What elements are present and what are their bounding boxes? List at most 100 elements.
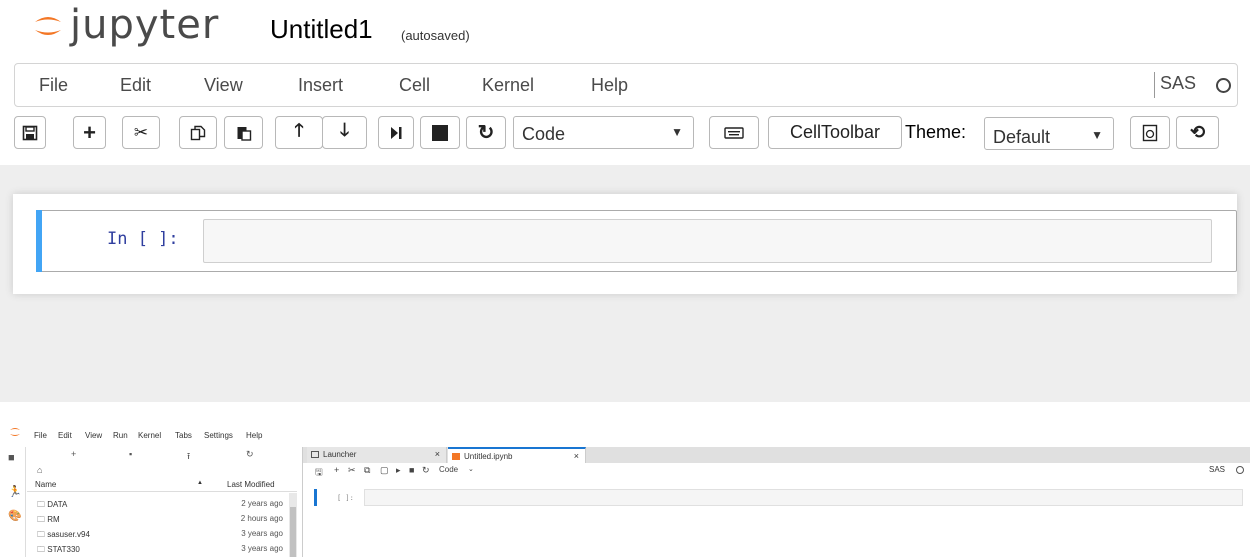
move-down-button[interactable]: 🡓: [322, 116, 367, 149]
cell-type-value: Code: [522, 124, 566, 144]
jupyter-logo-icon[interactable]: [32, 10, 64, 42]
theme-label: Theme:: [905, 122, 967, 142]
theme-select[interactable]: Default ▼: [984, 117, 1114, 150]
code-input-area[interactable]: [203, 219, 1212, 263]
jupyter-logo-icon[interactable]: [9, 425, 21, 439]
new-launcher-icon[interactable]: +: [71, 449, 76, 459]
file-list-item[interactable]: 🗀 sasuser.v94 3 years ago: [27, 527, 289, 541]
move-up-button[interactable]: 🡑: [275, 116, 323, 149]
menu-file[interactable]: File: [39, 75, 68, 96]
menu-help[interactable]: Help: [591, 75, 628, 96]
menu-view[interactable]: View: [204, 75, 243, 96]
history-icon: ⟲: [1189, 122, 1206, 142]
left-sidebar-rail: ■ 🏃 🎨: [0, 447, 26, 557]
paste-icon[interactable]: ▢: [380, 465, 389, 476]
run-icon[interactable]: ▸: [396, 465, 401, 476]
scissors-icon[interactable]: ✂: [348, 465, 356, 476]
interrupt-button[interactable]: [420, 116, 460, 149]
notebook-title[interactable]: Untitled1: [270, 14, 373, 45]
arrow-down-icon: 🡓: [339, 119, 350, 140]
copy-icon[interactable]: ⧉: [364, 465, 370, 476]
presentation-icon: [1142, 124, 1158, 141]
file-browser: + ▪ ⭱ ↻ ⌂ Name ▲ Last Modified 🗀 DATA 2 …: [27, 447, 297, 557]
document-tabbar: Launcher × Untitled.ipynb ×: [303, 447, 1250, 463]
stop-icon: [432, 124, 448, 141]
tab-untitled-notebook[interactable]: Untitled.ipynb ×: [448, 447, 586, 463]
column-last-modified[interactable]: Last Modified: [227, 480, 275, 489]
rise-slideshow-button[interactable]: [1130, 116, 1170, 149]
cell-type-select[interactable]: Code: [439, 465, 458, 474]
file-list-item[interactable]: 🗀 DATA 2 years ago: [27, 497, 289, 511]
close-icon[interactable]: ×: [435, 449, 440, 459]
lab-menu-edit[interactable]: Edit: [58, 431, 72, 440]
chevron-down-icon[interactable]: ⌄: [468, 465, 474, 473]
lab-menu-help[interactable]: Help: [246, 431, 262, 440]
menu-insert[interactable]: Insert: [298, 75, 343, 96]
save-button[interactable]: [14, 116, 46, 149]
restart-button[interactable]: ↻: [466, 116, 506, 149]
tab-label: Untitled.ipynb: [464, 452, 513, 461]
jupyter-wordmark[interactable]: jupyter: [70, 2, 219, 48]
notebook-header: jupyter Untitled1 (autosaved): [0, 0, 1250, 58]
plus-icon[interactable]: +: [334, 465, 339, 475]
notebook-menubar: File Edit View Insert Cell Kernel Help S…: [14, 63, 1238, 107]
scissors-icon: ✂: [133, 122, 149, 142]
sort-caret-icon[interactable]: ▲: [197, 480, 203, 486]
modified-time: 2 hours ago: [240, 514, 283, 523]
step-forward-icon: [391, 126, 402, 139]
upload-icon[interactable]: ⭱: [187, 449, 190, 465]
command-palette-button[interactable]: [709, 116, 759, 149]
modified-time: 3 years ago: [241, 529, 283, 538]
file-list-item[interactable]: 🗀 STAT330 3 years ago: [27, 542, 289, 556]
refresh-icon[interactable]: ↻: [246, 449, 254, 460]
cut-button[interactable]: ✂: [122, 116, 160, 149]
arrow-up-icon: 🡑: [294, 119, 304, 140]
home-icon[interactable]: ⌂: [37, 465, 42, 475]
stop-icon[interactable]: ■: [409, 465, 414, 475]
paste-button[interactable]: [224, 116, 263, 149]
cell-type-select[interactable]: Code ▼: [513, 116, 694, 149]
tab-launcher[interactable]: Launcher ×: [307, 447, 447, 463]
menu-edit[interactable]: Edit: [120, 75, 151, 96]
history-button[interactable]: ⟲: [1176, 116, 1219, 149]
run-button[interactable]: [378, 116, 414, 149]
lab-menu-tabs[interactable]: Tabs: [175, 431, 192, 440]
kernel-name[interactable]: SAS: [1209, 465, 1225, 474]
restart-icon[interactable]: ↻: [422, 465, 430, 476]
running-icon[interactable]: 🏃: [8, 485, 22, 498]
copy-button[interactable]: [179, 116, 217, 149]
folder-name: 🗀 DATA: [37, 500, 68, 509]
scrollbar-thumb[interactable]: [290, 507, 296, 557]
kernel-separator: [1154, 72, 1155, 98]
folder-icon[interactable]: ■: [8, 452, 15, 464]
lab-menu-kernel[interactable]: Kernel: [138, 431, 161, 440]
autosave-status: (autosaved): [401, 28, 470, 43]
file-list-item[interactable]: 🗀 RM 2 hours ago: [27, 512, 289, 526]
modified-time: 2 years ago: [241, 499, 283, 508]
save-icon[interactable]: 🖫: [315, 465, 323, 481]
theme-value: Default: [993, 127, 1051, 147]
celltoolbar-button[interactable]: CellToolbar: [768, 116, 902, 149]
close-icon[interactable]: ×: [574, 451, 579, 461]
menu-cell[interactable]: Cell: [399, 75, 430, 96]
lab-menu-run[interactable]: Run: [113, 431, 128, 440]
folder-name: 🗀 RM: [37, 515, 60, 524]
code-cell[interactable]: In [ ]:: [36, 210, 1237, 272]
selected-cell-indicator: [314, 489, 317, 506]
file-browser-scrollbar[interactable]: [289, 493, 297, 557]
lab-menu-settings[interactable]: Settings: [204, 431, 233, 440]
kernel-idle-indicator-icon: [1216, 78, 1231, 93]
lab-menu-file[interactable]: File: [34, 431, 47, 440]
insert-cell-button[interactable]: +: [73, 116, 106, 149]
selected-cell-indicator: [36, 210, 42, 272]
code-input-area[interactable]: [364, 489, 1243, 506]
lab-menu-view[interactable]: View: [85, 431, 102, 440]
keyboard-icon: [724, 126, 744, 139]
column-name[interactable]: Name: [35, 480, 56, 489]
menu-kernel[interactable]: Kernel: [482, 75, 534, 96]
palette-icon[interactable]: 🎨: [8, 509, 22, 522]
file-list-header: Name ▲ Last Modified: [27, 480, 297, 492]
notebook-icon: [452, 453, 460, 460]
new-folder-icon[interactable]: ▪: [129, 449, 132, 459]
modified-time: 3 years ago: [241, 544, 283, 553]
